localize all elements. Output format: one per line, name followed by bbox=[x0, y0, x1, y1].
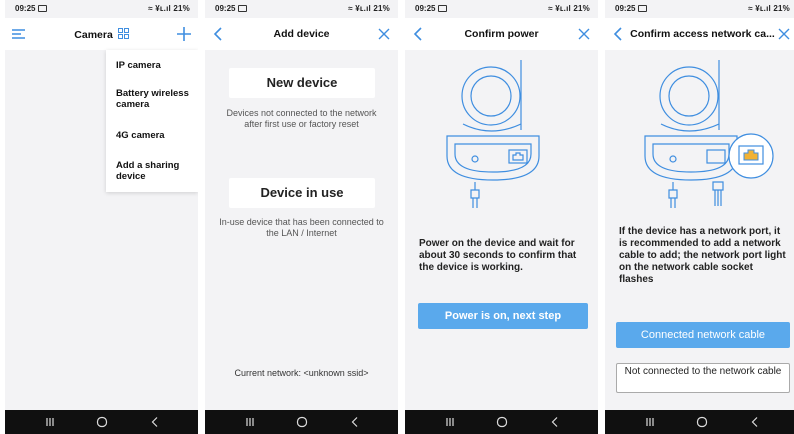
network-instruction-text: If the device has a network port, it is … bbox=[619, 226, 786, 285]
device-in-use-button[interactable]: Device in use bbox=[229, 178, 375, 208]
add-device-options: New device Devices not connected to the … bbox=[205, 50, 398, 410]
gallery-icon bbox=[438, 5, 448, 13]
system-nav-bar bbox=[5, 410, 198, 434]
home-icon[interactable] bbox=[95, 415, 109, 429]
home-icon[interactable] bbox=[495, 415, 509, 429]
status-time: 09:25 bbox=[215, 4, 236, 13]
camera-list-area: IP camera Battery wireless camera 4G cam… bbox=[5, 50, 198, 410]
new-device-description: Devices not connected to the network aft… bbox=[226, 108, 377, 129]
confirm-network-content: If the device has a network port, it is … bbox=[605, 50, 794, 410]
home-icon[interactable] bbox=[295, 415, 309, 429]
status-bar: 09:25 ≈ ¥ʟ.ıl 21% bbox=[5, 0, 198, 18]
back-nav-icon[interactable] bbox=[748, 415, 762, 429]
menu-item-battery-wireless-camera[interactable]: Battery wireless camera bbox=[116, 88, 192, 110]
gallery-icon bbox=[638, 5, 648, 13]
back-chevron-icon[interactable] bbox=[409, 24, 429, 44]
back-nav-icon[interactable] bbox=[348, 415, 362, 429]
status-time: 09:25 bbox=[415, 4, 436, 13]
connected-network-cable-button[interactable]: Connected network cable bbox=[616, 322, 790, 348]
status-signal: ≈ ¥ʟ.ıl bbox=[548, 4, 571, 13]
camera-illustration bbox=[446, 60, 540, 208]
back-chevron-icon[interactable] bbox=[209, 24, 229, 44]
app-header: Add device bbox=[205, 18, 398, 50]
current-network-text: Current network: <unknown ssid> bbox=[234, 368, 369, 378]
close-icon[interactable] bbox=[774, 24, 794, 44]
power-instruction-text: Power on the device and wait for about 3… bbox=[419, 238, 577, 273]
status-signal: ≈ ¥ʟ.ıl bbox=[348, 4, 371, 13]
status-battery: 21% bbox=[573, 4, 590, 13]
page-title: Confirm power bbox=[464, 28, 539, 40]
status-battery: 21% bbox=[373, 4, 390, 13]
home-icon[interactable] bbox=[695, 415, 709, 429]
add-device-dropdown: IP camera Battery wireless camera 4G cam… bbox=[106, 50, 198, 192]
status-battery: 21% bbox=[773, 4, 790, 13]
hamburger-menu-icon[interactable] bbox=[9, 24, 29, 44]
status-bar: 09:25 ≈ ¥ʟ.ıl 21% bbox=[205, 0, 398, 18]
recent-apps-icon[interactable] bbox=[443, 415, 457, 429]
close-icon[interactable] bbox=[574, 24, 594, 44]
page-title: Confirm access network ca... bbox=[630, 28, 775, 40]
camera-network-illustration bbox=[644, 60, 774, 208]
recent-apps-icon[interactable] bbox=[43, 415, 57, 429]
system-nav-bar bbox=[405, 410, 598, 434]
status-signal: ≈ ¥ʟ.ıl bbox=[748, 4, 771, 13]
system-nav-bar bbox=[605, 410, 794, 434]
screen-camera-list: 09:25 ≈ ¥ʟ.ıl 21% Camera IP camera Batte… bbox=[5, 0, 198, 434]
new-device-button[interactable]: New device bbox=[229, 68, 375, 98]
app-header: Camera bbox=[5, 18, 198, 50]
status-time: 09:25 bbox=[615, 4, 636, 13]
menu-item-ip-camera[interactable]: IP camera bbox=[116, 60, 192, 71]
menu-item-add-sharing-device[interactable]: Add a sharing device bbox=[116, 160, 192, 182]
gallery-icon bbox=[38, 5, 48, 13]
screen-add-device: 09:25 ≈ ¥ʟ.ıl 21% Add device New device … bbox=[205, 0, 398, 434]
page-title: Camera bbox=[45, 28, 158, 41]
status-time: 09:25 bbox=[15, 4, 36, 13]
grid-view-icon[interactable] bbox=[117, 28, 129, 39]
confirm-power-content: Power on the device and wait for about 3… bbox=[405, 50, 598, 410]
add-icon[interactable] bbox=[174, 24, 194, 44]
screen-confirm-power: 09:25 ≈ ¥ʟ.ıl 21% Confirm power Power on… bbox=[405, 0, 598, 434]
menu-item-4g-camera[interactable]: 4G camera bbox=[116, 130, 192, 141]
power-on-next-button[interactable]: Power is on, next step bbox=[418, 303, 588, 329]
back-nav-icon[interactable] bbox=[548, 415, 562, 429]
back-chevron-icon[interactable] bbox=[609, 24, 629, 44]
system-nav-bar bbox=[205, 410, 398, 434]
status-signal: ≈ ¥ʟ.ıl bbox=[148, 4, 171, 13]
not-connected-network-cable-button[interactable]: Not connected to the network cable bbox=[616, 363, 790, 393]
close-icon[interactable] bbox=[374, 24, 394, 44]
app-header: Confirm access network ca... bbox=[605, 18, 794, 50]
status-bar: 09:25 ≈ ¥ʟ.ıl 21% bbox=[605, 0, 794, 18]
status-battery: 21% bbox=[173, 4, 190, 13]
page-title: Add device bbox=[273, 28, 330, 40]
app-header: Confirm power bbox=[405, 18, 598, 50]
status-bar: 09:25 ≈ ¥ʟ.ıl 21% bbox=[405, 0, 598, 18]
recent-apps-icon[interactable] bbox=[243, 415, 257, 429]
screen-confirm-network-cable: 09:25 ≈ ¥ʟ.ıl 21% Confirm access network… bbox=[605, 0, 794, 434]
recent-apps-icon[interactable] bbox=[643, 415, 657, 429]
back-nav-icon[interactable] bbox=[148, 415, 162, 429]
device-in-use-description: In-use device that has been connected to… bbox=[219, 217, 384, 238]
gallery-icon bbox=[238, 5, 248, 13]
